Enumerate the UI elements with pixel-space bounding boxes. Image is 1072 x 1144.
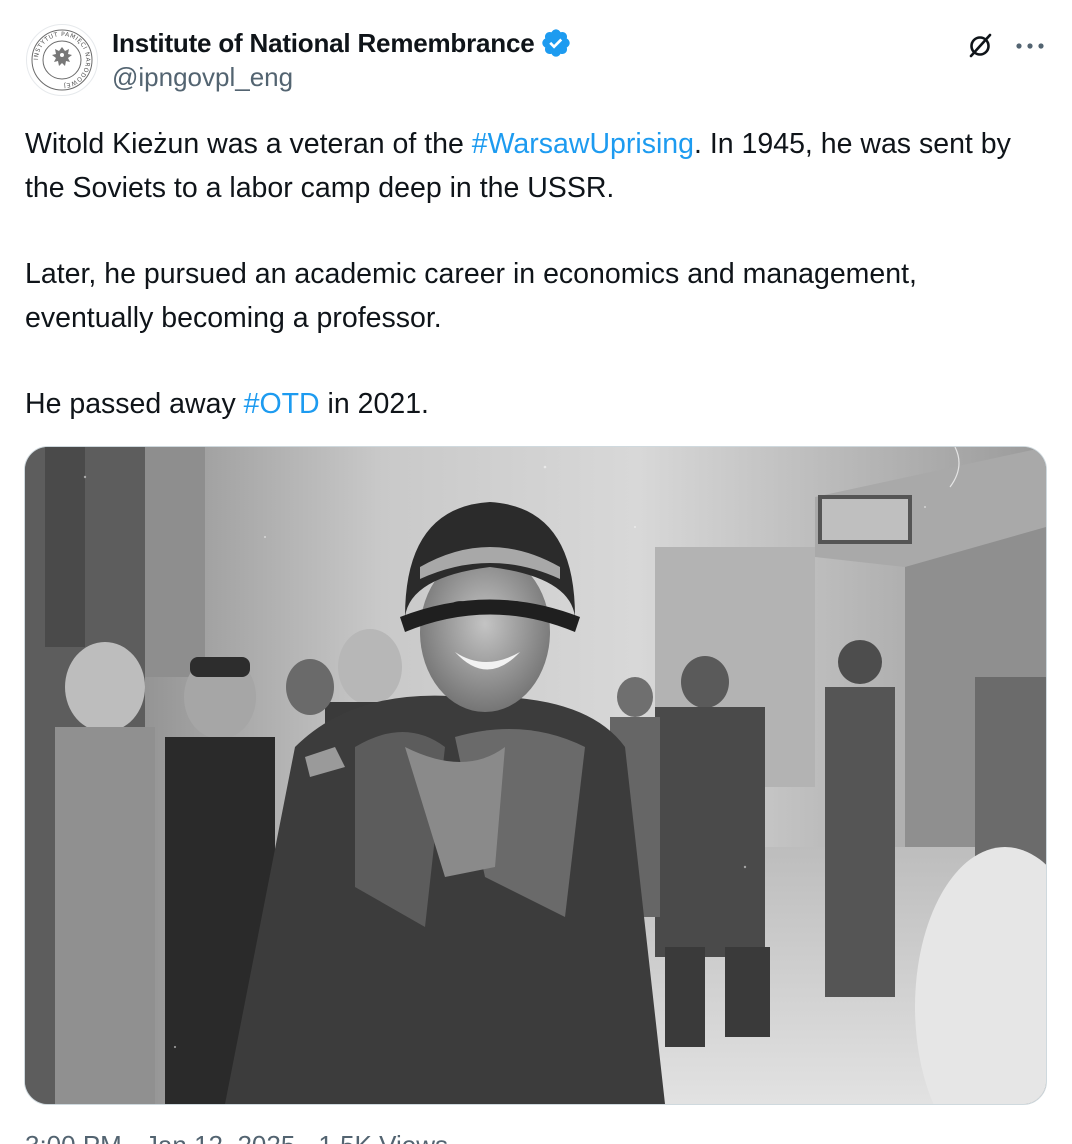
- tweet-text-run: He passed away: [25, 388, 244, 420]
- grok-icon: [969, 33, 992, 58]
- tweet-paragraph: Witold Kieżun was a veteran of the #Wars…: [25, 122, 1045, 210]
- tweet-photo[interactable]: [24, 446, 1047, 1105]
- tweet-timestamp[interactable]: 3:00 PM · Jan 12, 2025 · 1.5K Views: [25, 1130, 448, 1144]
- author-handle[interactable]: @ipngovpl_eng: [112, 62, 293, 93]
- author-name-row: Institute of National Remembrance: [112, 26, 572, 60]
- display-name[interactable]: Institute of National Remembrance: [112, 28, 535, 59]
- more-dots-icon: [1016, 43, 1044, 49]
- tweet-text-run: Later, he pursued an academic career in …: [25, 258, 917, 334]
- black-and-white-photo-icon: [25, 447, 1046, 1104]
- hashtag-link[interactable]: #WarsawUprising: [472, 128, 694, 160]
- verified-badge-icon[interactable]: [540, 27, 572, 59]
- tweet-card: INSTYTUT PAMIĘCI NARODOWEJ Institute of …: [0, 0, 1072, 1144]
- grok-button[interactable]: [962, 28, 998, 64]
- tweet-paragraph: Later, he pursued an academic career in …: [25, 252, 1045, 340]
- tweet-paragraph: He passed away #OTD in 2021.: [25, 382, 1045, 426]
- tweet-text-run: in 2021.: [319, 388, 429, 420]
- more-options-button[interactable]: [1010, 28, 1050, 64]
- avatar[interactable]: INSTYTUT PAMIĘCI NARODOWEJ: [26, 24, 98, 96]
- tweet-text: Witold Kieżun was a veteran of the #Wars…: [25, 122, 1045, 426]
- hashtag-link[interactable]: #OTD: [244, 388, 320, 420]
- ipn-seal-logo-icon: INSTYTUT PAMIĘCI NARODOWEJ: [29, 27, 95, 93]
- tweet-text-run: Witold Kieżun was a veteran of the: [25, 128, 472, 160]
